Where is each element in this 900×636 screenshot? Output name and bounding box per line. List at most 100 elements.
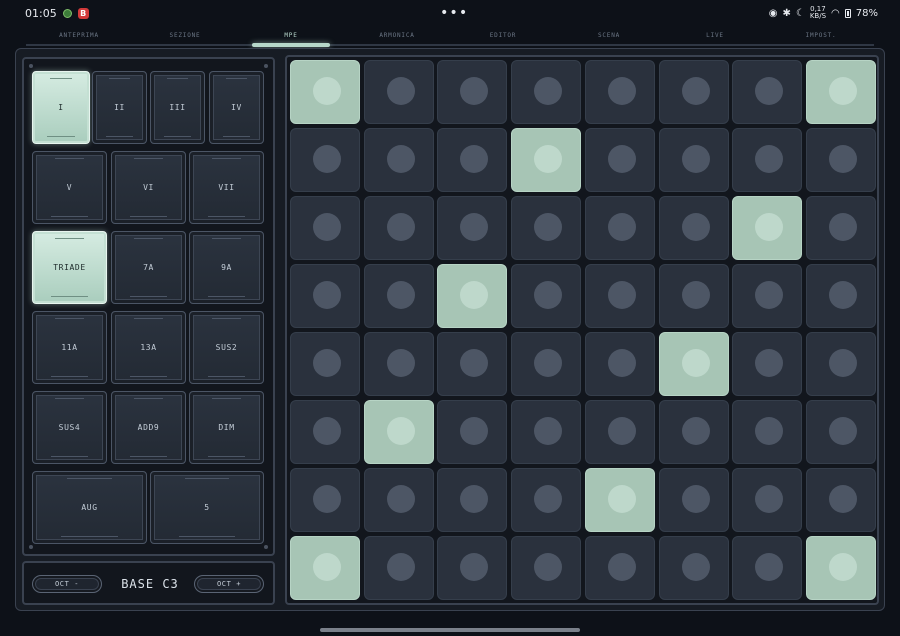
tab-armonica[interactable]: ARMONICA (344, 30, 450, 44)
pad-cell[interactable] (658, 468, 729, 532)
pad-cell[interactable] (658, 332, 729, 396)
pad-dot-icon (460, 213, 489, 241)
chord-key-add9[interactable]: ADD9 (111, 391, 186, 464)
chord-key-vi[interactable]: VI (111, 151, 186, 224)
pad-cell[interactable] (805, 264, 876, 328)
pad-cell[interactable] (584, 264, 655, 328)
chord-key-iv[interactable]: IV (209, 71, 264, 144)
pad-cell[interactable] (363, 332, 434, 396)
pad-cell[interactable] (732, 264, 803, 328)
pad-cell[interactable] (584, 400, 655, 464)
pad-cell[interactable] (290, 400, 360, 464)
pad-cell[interactable] (290, 536, 360, 600)
pad-cell[interactable] (805, 468, 876, 532)
chord-key-dim[interactable]: DIM (189, 391, 264, 464)
pad-cell[interactable] (732, 400, 803, 464)
chord-key-11a[interactable]: 11A (32, 311, 107, 384)
chord-key-iii[interactable]: III (150, 71, 205, 144)
pad-cell[interactable] (437, 536, 508, 600)
pad-cell[interactable] (584, 332, 655, 396)
pad-grid (285, 55, 879, 605)
chord-key-sus4[interactable]: SUS4 (32, 391, 107, 464)
pad-cell[interactable] (805, 196, 876, 260)
pad-cell[interactable] (732, 536, 803, 600)
octave-up-button[interactable]: OCT + (194, 575, 264, 593)
chord-key-v[interactable]: V (32, 151, 107, 224)
pad-cell[interactable] (658, 196, 729, 260)
tab-live[interactable]: LIVE (662, 30, 768, 44)
chord-key-ii[interactable]: II (92, 71, 147, 144)
chord-key-9a[interactable]: 9A (189, 231, 264, 304)
tab-impost[interactable]: IMPOST. (768, 30, 874, 44)
pad-cell[interactable] (290, 264, 360, 328)
pad-dot-icon (607, 485, 636, 513)
pad-cell[interactable] (437, 128, 508, 192)
pad-cell[interactable] (290, 468, 360, 532)
pad-cell[interactable] (584, 536, 655, 600)
pad-cell[interactable] (658, 536, 729, 600)
pad-cell[interactable] (290, 128, 360, 192)
pad-cell[interactable] (805, 536, 876, 600)
chord-key-13a[interactable]: 13A (111, 311, 186, 384)
pad-cell[interactable] (363, 264, 434, 328)
pad-cell[interactable] (363, 468, 434, 532)
pad-cell[interactable] (658, 128, 729, 192)
pad-cell[interactable] (511, 332, 582, 396)
pad-cell[interactable] (805, 332, 876, 396)
chord-key-sus2[interactable]: SUS2 (189, 311, 264, 384)
pad-cell[interactable] (805, 60, 876, 124)
pad-cell[interactable] (363, 400, 434, 464)
tab-editor[interactable]: EDITOR (450, 30, 556, 44)
tab-mpe[interactable]: MPE (238, 30, 344, 47)
pad-cell[interactable] (584, 60, 655, 124)
pad-cell[interactable] (511, 196, 582, 260)
pad-cell[interactable] (732, 468, 803, 532)
chord-key-i[interactable]: I (32, 71, 90, 144)
pad-cell[interactable] (290, 60, 360, 124)
pad-cell[interactable] (437, 196, 508, 260)
tab-anteprima[interactable]: ANTEPRIMA (26, 30, 132, 44)
pad-cell[interactable] (437, 400, 508, 464)
pad-cell[interactable] (732, 128, 803, 192)
pad-cell[interactable] (658, 264, 729, 328)
pad-cell[interactable] (437, 468, 508, 532)
chord-key-triade[interactable]: TRIADE (32, 231, 107, 304)
pad-cell[interactable] (437, 60, 508, 124)
pad-cell[interactable] (511, 60, 582, 124)
pad-cell[interactable] (290, 196, 360, 260)
octave-down-button[interactable]: OCT - (32, 575, 102, 593)
home-indicator[interactable] (320, 628, 580, 632)
pad-cell[interactable] (584, 468, 655, 532)
chord-key-5[interactable]: 5 (150, 471, 264, 544)
pad-cell[interactable] (511, 128, 582, 192)
pad-cell[interactable] (658, 400, 729, 464)
pad-cell[interactable] (511, 400, 582, 464)
pad-cell[interactable] (363, 536, 434, 600)
pad-cell[interactable] (732, 60, 803, 124)
tab-sezione[interactable]: SEZIONE (132, 30, 238, 44)
pad-dot-icon (534, 281, 563, 309)
pad-cell[interactable] (732, 332, 803, 396)
screw-icon (29, 64, 33, 68)
pad-dot-icon (313, 485, 341, 513)
pad-cell[interactable] (511, 264, 582, 328)
pad-cell[interactable] (437, 264, 508, 328)
chord-key-7a[interactable]: 7A (111, 231, 186, 304)
tab-scena[interactable]: SCENA (556, 30, 662, 44)
pad-cell[interactable] (732, 196, 803, 260)
pad-cell[interactable] (511, 468, 582, 532)
more-dots-icon[interactable]: ••• (440, 5, 468, 21)
pad-cell[interactable] (584, 196, 655, 260)
pad-cell[interactable] (584, 128, 655, 192)
chord-key-aug[interactable]: AUG (32, 471, 147, 544)
pad-cell[interactable] (363, 196, 434, 260)
chord-key-vii[interactable]: VII (189, 151, 264, 224)
pad-cell[interactable] (363, 60, 434, 124)
pad-cell[interactable] (511, 536, 582, 600)
pad-cell[interactable] (437, 332, 508, 396)
pad-cell[interactable] (290, 332, 360, 396)
pad-cell[interactable] (658, 60, 729, 124)
pad-cell[interactable] (805, 128, 876, 192)
pad-cell[interactable] (805, 400, 876, 464)
pad-cell[interactable] (363, 128, 434, 192)
